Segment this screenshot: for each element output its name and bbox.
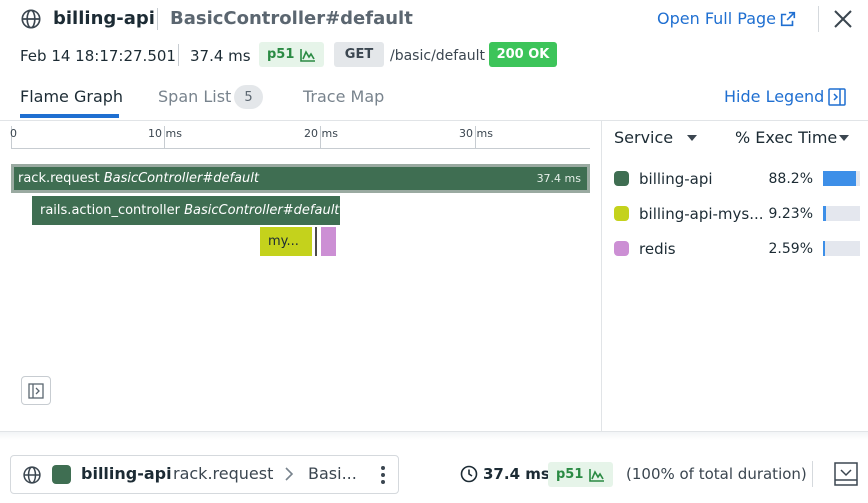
external-link-icon[interactable] xyxy=(779,10,797,28)
title-divider xyxy=(157,8,158,30)
span-duration: 37.4 ms xyxy=(536,172,581,185)
span-resource: BasicController#default xyxy=(103,171,259,186)
meta-divider xyxy=(178,44,179,66)
trace-timestamp: Feb 14 18:17:27.501 xyxy=(20,47,176,65)
tick-label: 30 ms xyxy=(459,127,493,140)
tab-flame-graph[interactable]: Flame Graph xyxy=(20,86,123,108)
footer-total-duration: (100% of total duration) xyxy=(626,465,807,483)
collapse-footer-icon[interactable] xyxy=(834,462,858,486)
legend-exec-bar xyxy=(823,206,860,221)
footer-percentile-badge[interactable]: p51 xyxy=(548,462,614,487)
legend-exec-bar-fill xyxy=(823,171,856,186)
footer-duration: 37.4 ms xyxy=(483,465,550,483)
globe-icon xyxy=(21,9,41,29)
legend-exec-bar xyxy=(823,171,860,186)
http-method-badge: GET xyxy=(334,42,384,67)
globe-icon xyxy=(23,466,41,484)
legend-color-swatch xyxy=(614,171,629,186)
breadcrumb-operation: rack.request xyxy=(173,464,274,483)
span-rack-request[interactable]: rack.request BasicController#default 37.… xyxy=(11,164,590,193)
footer-divider-vertical xyxy=(812,461,813,487)
open-full-page-link[interactable]: Open Full Page xyxy=(657,8,776,30)
distribution-chart-icon xyxy=(300,48,316,62)
footer-shadow xyxy=(0,432,868,440)
request-path: /basic/default xyxy=(390,48,486,64)
span-resource: BasicController#default xyxy=(184,203,340,218)
percentile-badge[interactable]: p51 xyxy=(259,42,325,67)
legend-service-name[interactable]: billing-api xyxy=(639,169,713,189)
chevron-right-icon xyxy=(285,467,294,481)
percentile-label: p51 xyxy=(556,467,584,482)
span-label: my... xyxy=(268,234,299,249)
resource-title: BasicController#default xyxy=(170,8,413,29)
close-icon[interactable] xyxy=(832,8,854,30)
legend-exec-pct: 88.2% xyxy=(768,171,813,187)
breadcrumb-resource: Basi... xyxy=(308,464,357,483)
legend-divider xyxy=(601,121,602,431)
span-mysql[interactable]: my... xyxy=(260,227,312,256)
span-small[interactable] xyxy=(315,227,317,256)
legend-exec-pct: 9.23% xyxy=(768,206,813,222)
span-count-badge: 5 xyxy=(234,85,263,109)
legend-color-swatch xyxy=(614,206,629,221)
tick-label: 20 ms xyxy=(304,127,338,140)
percentile-label: p51 xyxy=(267,47,295,62)
span-operation: rails.action_controller xyxy=(40,203,180,218)
time-axis xyxy=(11,148,590,149)
legend-service-header[interactable]: Service xyxy=(614,128,673,148)
expand-icon xyxy=(28,382,44,399)
legend-exec-bar xyxy=(823,241,860,256)
legend-exec-pct: 2.59% xyxy=(768,241,813,257)
tick-label: 0 xyxy=(10,127,17,140)
legend-exec-header[interactable]: % Exec Time xyxy=(735,128,837,148)
status-badge: 200 OK xyxy=(489,42,557,67)
legend-service-name[interactable]: billing-api-mys... xyxy=(639,204,764,224)
service-color-swatch xyxy=(52,465,71,484)
tab-trace-map[interactable]: Trace Map xyxy=(303,86,384,108)
legend-service-label: Service xyxy=(614,128,674,147)
sort-caret-icon[interactable] xyxy=(838,134,850,142)
legend-exec-label: % Exec Time xyxy=(735,128,838,147)
active-tab-indicator xyxy=(20,114,119,118)
tab-span-list[interactable]: Span List xyxy=(158,86,231,108)
span-operation: rack.request xyxy=(18,171,100,186)
breadcrumb-service: billing-api xyxy=(81,464,172,483)
tick-label: 10 ms xyxy=(148,127,182,140)
hide-legend-button[interactable]: Hide Legend xyxy=(724,86,824,108)
service-title: billing-api xyxy=(53,8,155,29)
legend-service-name[interactable]: redis xyxy=(639,239,676,259)
expand-panel-button[interactable] xyxy=(21,376,51,405)
span-rails-action-controller[interactable]: rails.action_controller BasicController#… xyxy=(32,196,340,225)
panel-collapse-icon[interactable] xyxy=(828,88,846,106)
legend-color-swatch xyxy=(614,241,629,256)
trace-duration: 37.4 ms xyxy=(190,47,251,65)
sort-caret-icon[interactable] xyxy=(686,134,698,142)
legend-exec-bar-fill xyxy=(823,241,825,256)
close-divider xyxy=(818,6,819,32)
span-redis[interactable] xyxy=(321,227,336,256)
legend-exec-bar-fill xyxy=(823,206,826,221)
clock-icon xyxy=(460,465,478,483)
more-options-icon[interactable] xyxy=(376,463,390,487)
distribution-chart-icon xyxy=(589,468,605,482)
